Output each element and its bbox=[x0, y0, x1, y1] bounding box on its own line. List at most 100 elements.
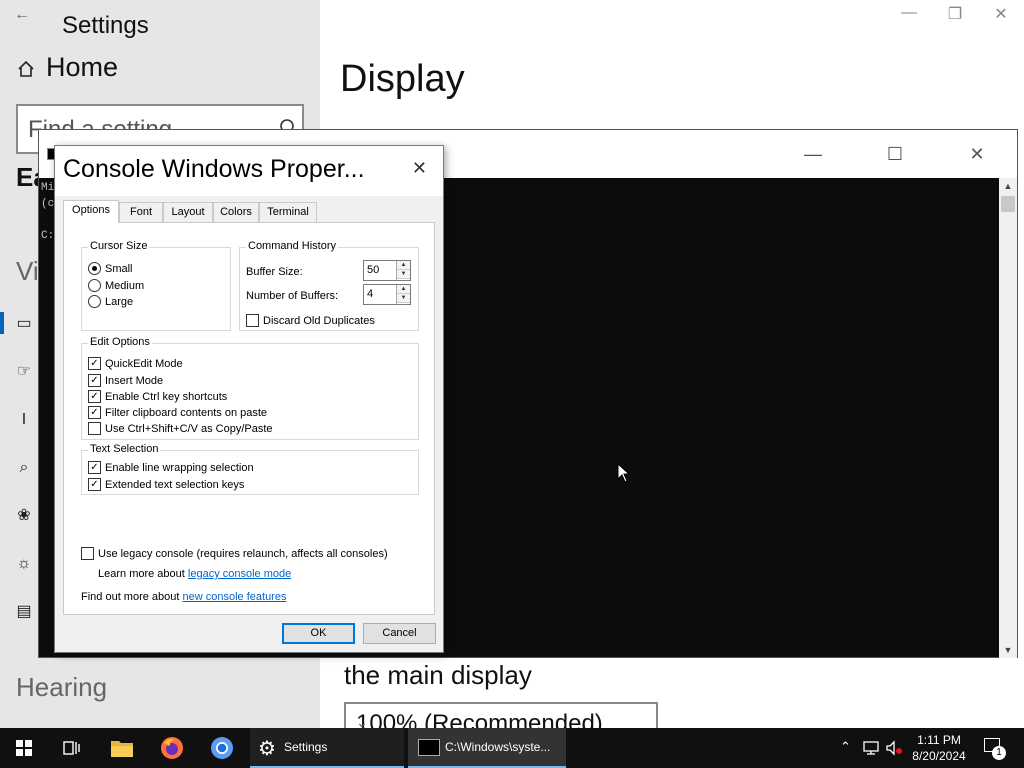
checkbox-label: Filter clipboard contents on paste bbox=[105, 407, 268, 419]
display-monitor-icon[interactable]: ▭ bbox=[14, 314, 34, 334]
dialog-title: Console Windows Proper... bbox=[63, 155, 365, 183]
buffer-size-label: Buffer Size: bbox=[246, 266, 303, 278]
terminal-icon bbox=[418, 739, 440, 756]
cancel-button[interactable]: Cancel bbox=[363, 623, 436, 644]
tab-options[interactable]: Options bbox=[63, 200, 119, 223]
new-console-features-link[interactable]: new console features bbox=[183, 591, 287, 603]
taskbar-settings-label: Settings bbox=[284, 740, 328, 754]
system-clock[interactable]: 1:11 PM 8/20/2024 bbox=[906, 732, 972, 764]
console-close-button[interactable]: ✕ bbox=[957, 144, 997, 165]
number-of-buffers-stepper[interactable]: 4 ▲ ▼ bbox=[363, 284, 411, 305]
dialog-titlebar[interactable]: Console Windows Proper... ✕ bbox=[55, 146, 443, 196]
cursor-size-group: Cursor Size Small Medium Large bbox=[81, 240, 231, 331]
chromium-button[interactable] bbox=[198, 728, 246, 768]
main-display-text: the main display bbox=[344, 660, 532, 690]
taskbar-console-label: C:\Windows\syste... bbox=[445, 740, 551, 754]
file-explorer-button[interactable] bbox=[98, 728, 146, 768]
radio-label: Small bbox=[105, 263, 133, 275]
cursor-size-label: Cursor Size bbox=[88, 240, 150, 252]
tab-terminal[interactable]: Terminal bbox=[259, 202, 317, 223]
number-of-buffers-value[interactable]: 4 bbox=[367, 288, 373, 300]
checkbox-checked[interactable]: ✓ bbox=[88, 478, 101, 491]
checkbox-label: Use legacy console (requires relaunch, a… bbox=[98, 548, 388, 560]
console-minimize-button[interactable]: — bbox=[793, 144, 833, 165]
find-out-more-line: Find out more about new console features bbox=[81, 590, 286, 604]
command-history-group: Command History Buffer Size: 50 ▲ ▼ Numbe… bbox=[239, 240, 419, 331]
text-cursor-icon[interactable]: I bbox=[14, 410, 34, 430]
show-hidden-icons-chevron-icon[interactable]: ⌃ bbox=[840, 739, 851, 755]
restore-button[interactable]: ❐ bbox=[940, 4, 970, 24]
section-heading-hearing: Hearing bbox=[16, 672, 108, 702]
checkbox-label: QuickEdit Mode bbox=[105, 358, 183, 370]
dialog-close-button[interactable]: ✕ bbox=[412, 158, 427, 179]
radio-button[interactable] bbox=[88, 295, 101, 308]
section-heading-vision: Vi bbox=[16, 256, 39, 286]
firefox-button[interactable] bbox=[148, 728, 196, 768]
checkbox-label: Enable line wrapping selection bbox=[105, 462, 254, 474]
console-prompt: C: bbox=[41, 230, 55, 242]
scrollbar-thumb[interactable] bbox=[1001, 196, 1015, 212]
checkbox-checked[interactable]: ✓ bbox=[88, 374, 101, 387]
start-button[interactable] bbox=[0, 728, 48, 768]
stepper-down-icon[interactable]: ▼ bbox=[397, 294, 410, 303]
gear-icon: ⚙ bbox=[258, 738, 276, 760]
stepper-up-icon[interactable]: ▲ bbox=[397, 285, 410, 294]
mouse-pointer-icon[interactable]: ☞ bbox=[14, 362, 34, 382]
scroll-up-arrow-icon[interactable]: ▲ bbox=[999, 178, 1017, 194]
color-filters-icon[interactable]: ❀ bbox=[14, 506, 34, 526]
scroll-down-arrow-icon[interactable]: ▼ bbox=[999, 642, 1017, 658]
console-scrollbar[interactable]: ▲ ▼ bbox=[999, 178, 1017, 658]
checkbox-label: Use Ctrl+Shift+C/V as Copy/Paste bbox=[105, 423, 273, 435]
volume-muted-icon[interactable] bbox=[885, 740, 903, 756]
home-icon[interactable] bbox=[17, 60, 35, 78]
mouse-pointer-cursor-icon bbox=[617, 463, 631, 483]
checkbox-label: Insert Mode bbox=[105, 375, 164, 387]
notification-count-badge: 1 bbox=[992, 746, 1006, 760]
page-title: Display bbox=[340, 58, 465, 100]
console-line: (c bbox=[41, 198, 55, 210]
find-out-more-text: Find out more about bbox=[81, 591, 183, 603]
edit-options-label: Edit Options bbox=[88, 336, 152, 348]
buffer-size-value[interactable]: 50 bbox=[367, 264, 379, 276]
console-properties-dialog[interactable]: Console Windows Proper... ✕ Options Font… bbox=[54, 145, 444, 653]
buffer-size-stepper[interactable]: 50 ▲ ▼ bbox=[363, 260, 411, 281]
tab-layout[interactable]: Layout bbox=[163, 202, 213, 223]
stepper-down-icon[interactable]: ▼ bbox=[397, 270, 410, 279]
taskbar: ⚙ Settings C:\Windows\syste... ⌃ 1:11 PM… bbox=[0, 728, 1024, 768]
minimize-button[interactable]: — bbox=[894, 4, 924, 22]
task-view-button[interactable] bbox=[48, 728, 96, 768]
checkbox[interactable] bbox=[81, 547, 94, 560]
taskbar-console-app[interactable]: C:\Windows\syste... bbox=[408, 728, 566, 768]
close-button[interactable]: ✕ bbox=[986, 4, 1016, 24]
narrator-icon[interactable]: ▤ bbox=[14, 602, 34, 622]
tab-font[interactable]: Font bbox=[119, 202, 163, 223]
text-selection-group: Text Selection ✓ Enable line wrapping se… bbox=[81, 443, 419, 495]
magnifier-icon[interactable]: ⌕ bbox=[14, 458, 34, 478]
folder-icon bbox=[111, 741, 133, 757]
learn-more-text: Learn more about bbox=[98, 568, 188, 580]
console-maximize-button[interactable]: ☐ bbox=[875, 144, 915, 165]
network-icon[interactable] bbox=[862, 740, 880, 756]
radio-button[interactable] bbox=[88, 279, 101, 292]
checkbox[interactable] bbox=[88, 422, 101, 435]
checkbox-checked[interactable]: ✓ bbox=[88, 406, 101, 419]
action-center-button[interactable]: 1 bbox=[978, 728, 1010, 768]
checkbox-checked[interactable]: ✓ bbox=[88, 461, 101, 474]
learn-more-line: Learn more about legacy console mode bbox=[98, 567, 291, 581]
stepper-up-icon[interactable]: ▲ bbox=[397, 261, 410, 270]
checkbox-checked[interactable]: ✓ bbox=[88, 357, 101, 370]
home-nav-link[interactable]: Home bbox=[46, 52, 118, 83]
tab-colors[interactable]: Colors bbox=[213, 202, 259, 223]
back-arrow-icon[interactable]: ← bbox=[14, 6, 30, 24]
high-contrast-icon[interactable]: ☼ bbox=[14, 554, 34, 574]
checkbox[interactable] bbox=[246, 314, 259, 327]
checkbox-label: Discard Old Duplicates bbox=[263, 315, 375, 327]
checkbox-checked[interactable]: ✓ bbox=[88, 390, 101, 403]
ok-button[interactable]: OK bbox=[282, 623, 355, 644]
radio-button-selected[interactable] bbox=[88, 262, 101, 275]
windows-logo-icon bbox=[16, 740, 32, 756]
selected-indicator bbox=[0, 312, 4, 334]
legacy-console-mode-link[interactable]: legacy console mode bbox=[188, 568, 291, 580]
clock-date: 8/20/2024 bbox=[912, 749, 966, 763]
taskbar-settings-app[interactable]: ⚙ Settings bbox=[250, 728, 404, 768]
